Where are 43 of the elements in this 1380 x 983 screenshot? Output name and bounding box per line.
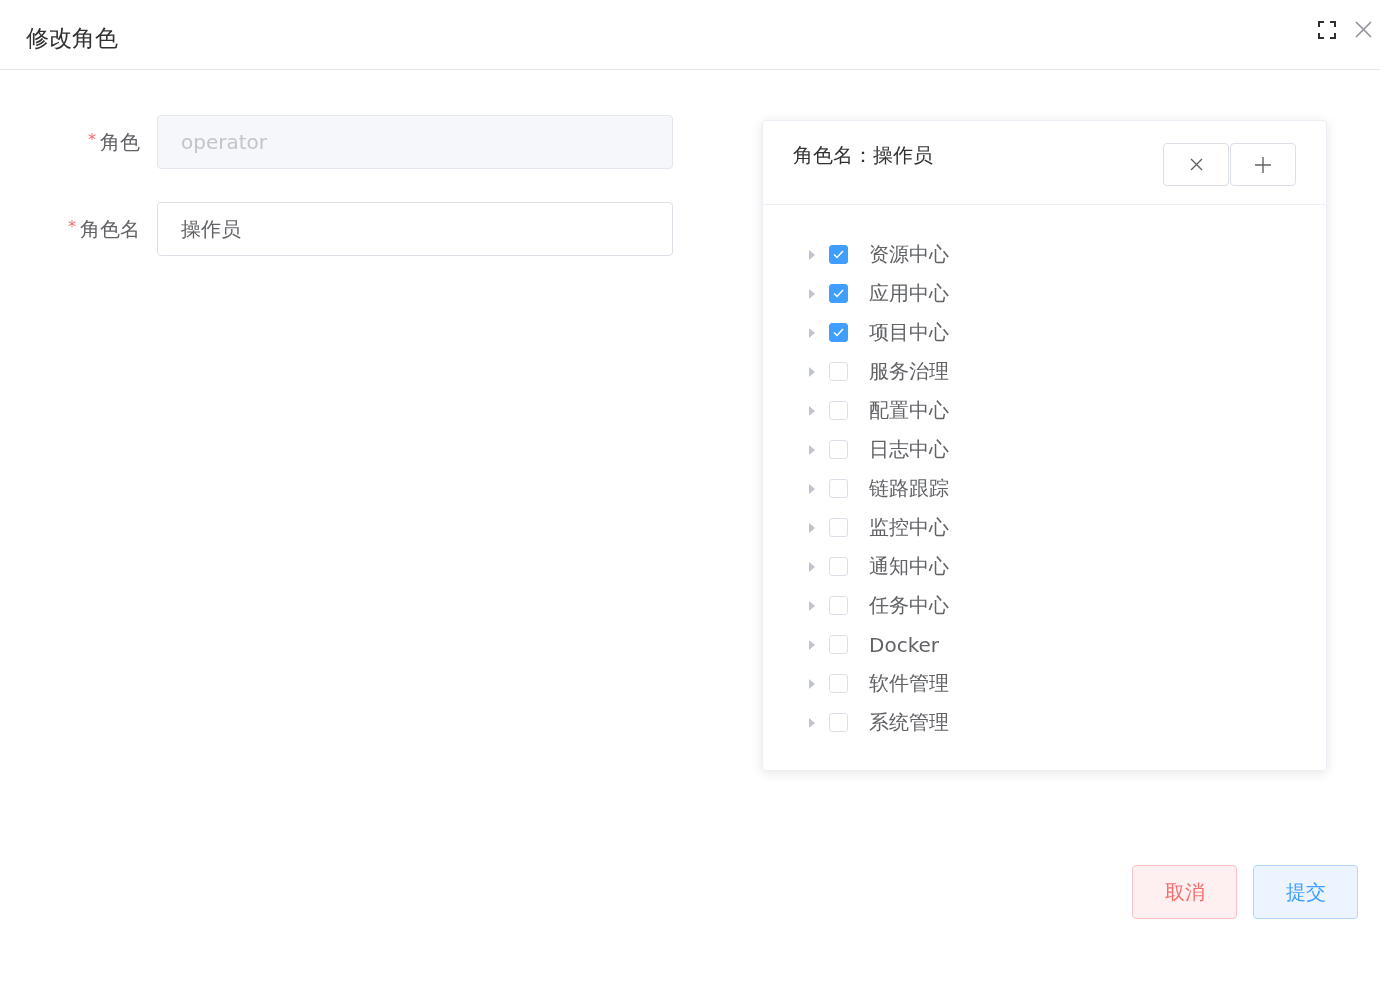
caret-icon[interactable]	[807, 522, 817, 533]
tree-node-label[interactable]: 系统管理	[869, 709, 949, 736]
checkbox[interactable]	[829, 284, 848, 303]
close-icon	[1189, 158, 1203, 171]
plus-icon	[1255, 156, 1271, 173]
tree-node-label[interactable]: 应用中心	[869, 280, 949, 307]
caret-icon[interactable]	[807, 405, 817, 416]
close-icon[interactable]	[1355, 21, 1372, 38]
caret-icon[interactable]	[807, 483, 817, 494]
expand-all-button[interactable]	[1230, 143, 1296, 186]
caret-icon[interactable]	[807, 561, 817, 572]
tree-node-label[interactable]: 服务治理	[869, 358, 949, 385]
caret-icon[interactable]	[807, 678, 817, 689]
tree-node-label[interactable]: 链路跟踪	[869, 475, 949, 502]
checkmark-icon	[833, 328, 844, 337]
fullscreen-icon[interactable]	[1318, 20, 1336, 39]
tree-node-label[interactable]: 项目中心	[869, 319, 949, 346]
field-label: $^{*}$ 角色	[87, 128, 141, 156]
tree-node-label[interactable]: 日志中心	[869, 436, 949, 463]
tree-node-label[interactable]: 监控中心	[869, 514, 949, 541]
collapse-all-button[interactable]	[1163, 143, 1229, 186]
tree-node-label[interactable]: 任务中心	[869, 592, 949, 619]
card-title: 角色名：操作员	[793, 142, 934, 169]
caret-icon[interactable]	[807, 327, 817, 338]
caret-icon[interactable]	[807, 600, 817, 611]
tree-node-label[interactable]: 配置中心	[869, 397, 949, 424]
checkmark-icon	[833, 250, 844, 259]
checkmark-icon	[833, 289, 844, 298]
checkbox[interactable]	[829, 323, 848, 342]
caret-icon[interactable]	[807, 249, 817, 260]
tree-node-label[interactable]: 资源中心	[869, 241, 949, 268]
tree-node-label[interactable]: 软件管理	[869, 670, 949, 697]
tree-node-label[interactable]: Docker	[869, 632, 940, 657]
checkbox[interactable]	[829, 245, 848, 264]
tree-node-label[interactable]: 通知中心	[869, 553, 949, 580]
caret-icon[interactable]	[807, 366, 817, 377]
caret-icon[interactable]	[807, 639, 817, 650]
dialog-title: 修改角色	[26, 24, 119, 53]
caret-icon[interactable]	[807, 288, 817, 299]
caret-icon[interactable]	[807, 717, 817, 728]
caret-icon[interactable]	[807, 444, 817, 455]
text-field[interactable]: 操作员	[157, 202, 673, 256]
field-label: $^{*}$ 角色名	[67, 215, 141, 243]
